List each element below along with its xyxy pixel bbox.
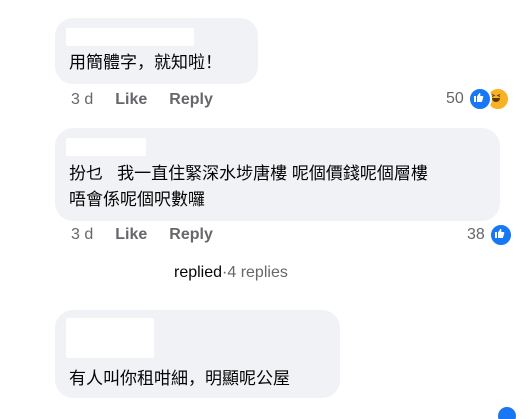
reaction-summary[interactable]: 38 [467,223,513,247]
comment-text: 用簡體字，就知啦！ [69,53,222,72]
comment-text-line-1: 扮乜 我一直住緊深水埗唐樓 呢個價錢呢個層樓 [69,164,428,183]
comment-text-line-2: 唔會係呢個呎數囉 [69,190,205,209]
like-icon [498,407,516,419]
reply-count: 4 replies [227,264,288,281]
reaction-count: 50 [446,90,464,107]
replied-label: replied [174,264,223,281]
author-name-redacted [66,138,146,156]
view-replies-link[interactable]: replied · 4 replies [174,264,288,282]
reaction-summary[interactable]: 50 [446,87,510,111]
reply-button[interactable]: Reply [169,226,213,243]
reply-button[interactable]: Reply [169,91,213,108]
like-icon [467,87,492,111]
like-icon [488,223,513,247]
comments-section: 用簡體字，就知啦！ 3 d Like Reply 50 扮乜 我一直住緊深水埗唐樓 … [0,0,531,419]
like-button[interactable]: Like [115,226,147,243]
reaction-count: 38 [467,226,485,243]
like-button[interactable]: Like [115,91,147,108]
comment-age: 3 d [71,91,94,108]
author-name-redacted [66,28,194,46]
comment-age: 3 d [71,226,94,243]
comment-actions: 3 d Like Reply [71,90,235,110]
author-name-redacted [66,318,154,358]
comment-text: 有人叫你租咁細，明顯呢公屋 [69,369,290,388]
comment-actions: 3 d Like Reply [71,225,235,245]
